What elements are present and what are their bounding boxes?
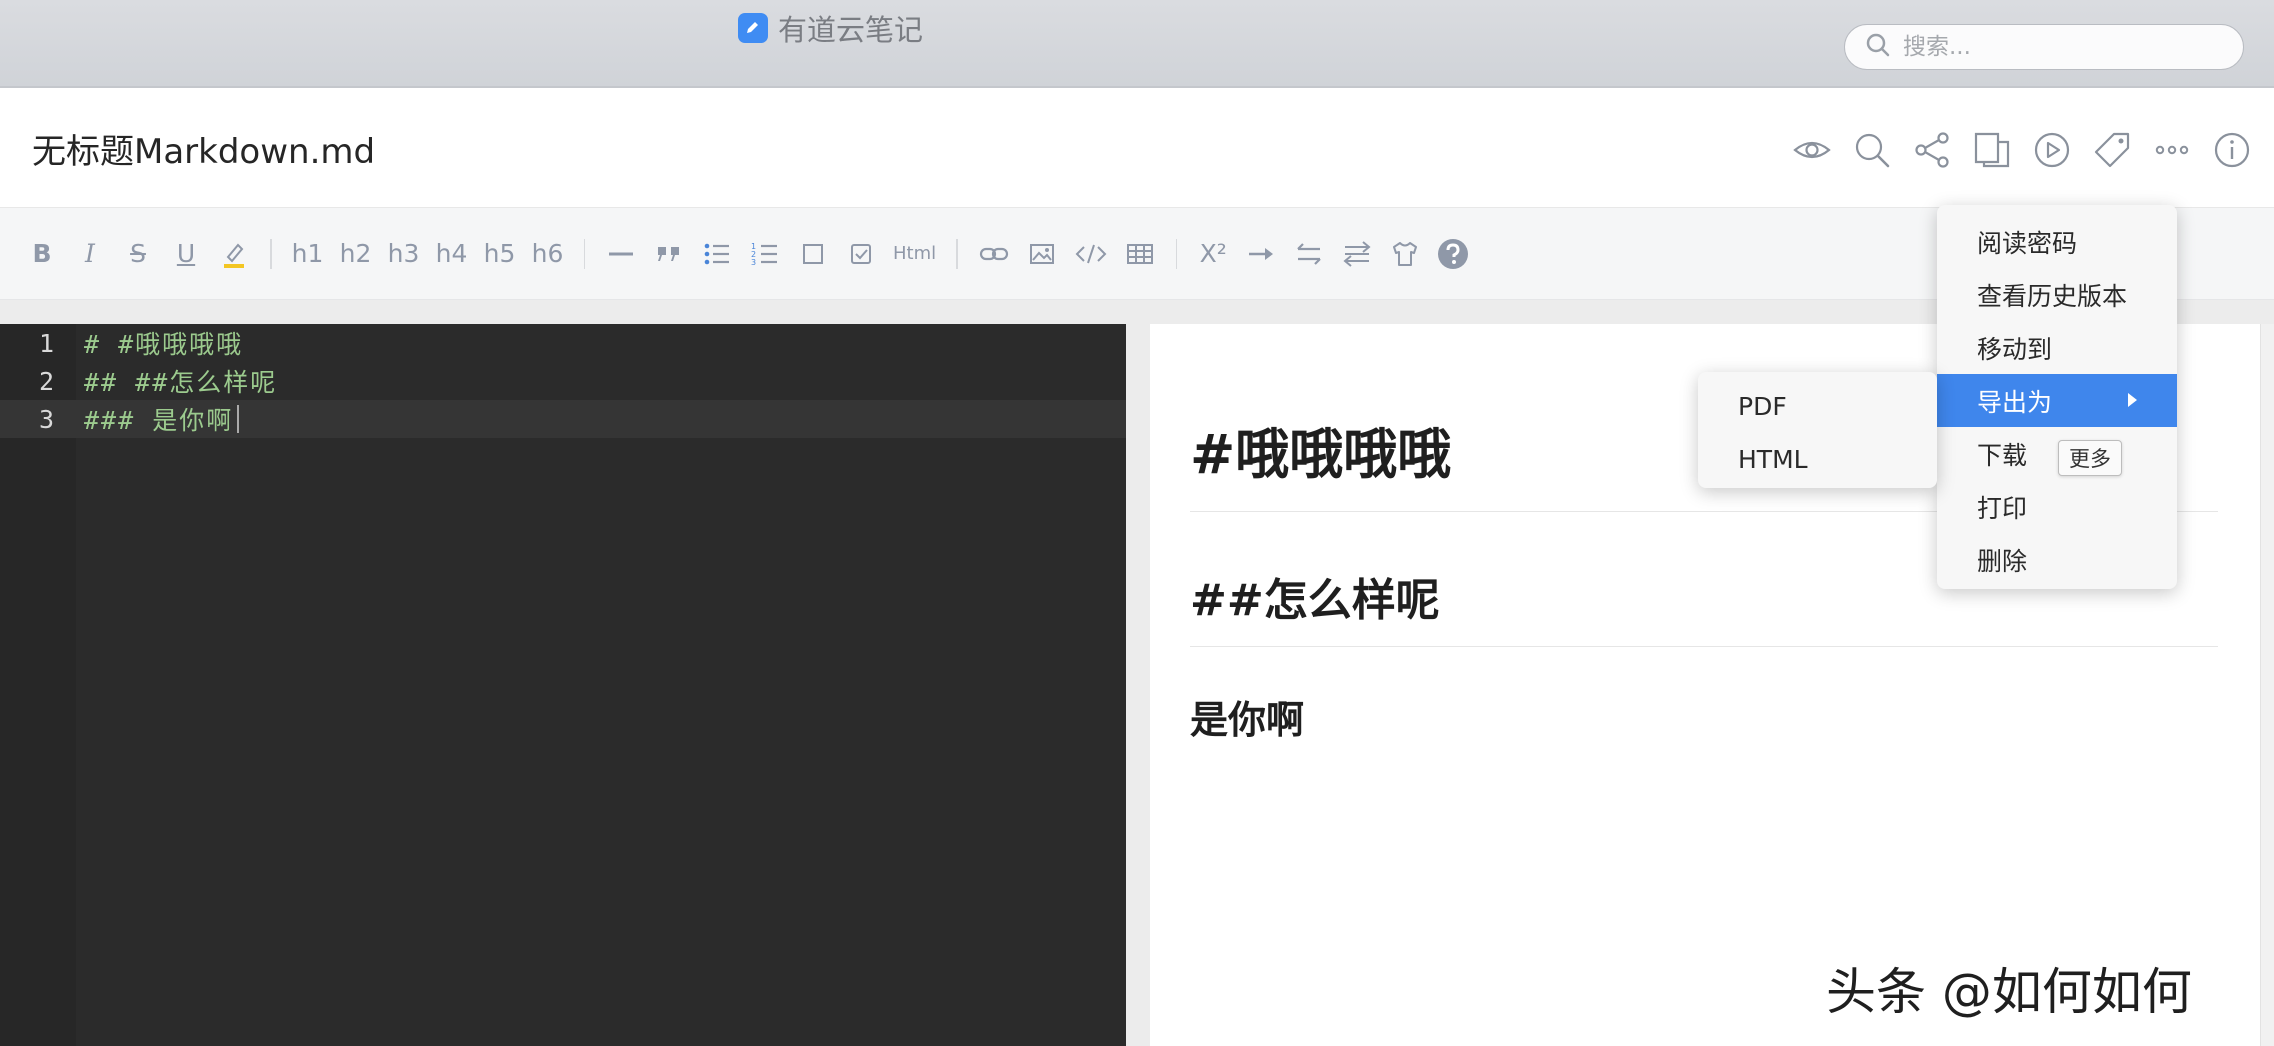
align-arrows-icon bbox=[1343, 240, 1371, 267]
link-icon bbox=[979, 247, 1008, 260]
code-line[interactable]: 1 # #哦哦哦哦 bbox=[0, 324, 1126, 362]
app-logo-icon bbox=[738, 13, 768, 43]
format-toolbar: B I S U h1 h2 h3 h4 h5 h6 123 Html X² bbox=[0, 208, 2274, 300]
superscript-button[interactable]: X² bbox=[1193, 232, 1233, 276]
menu-item-export-label: 导出为 bbox=[1977, 387, 2053, 417]
code-line-text: ## ##怎么样呢 bbox=[84, 368, 278, 397]
menu-item-print[interactable]: 打印 bbox=[1937, 480, 2177, 533]
preview-scrollbar[interactable] bbox=[2260, 324, 2274, 1046]
bullet-list-icon bbox=[704, 243, 729, 264]
document-title[interactable]: 无标题Markdown.md bbox=[32, 124, 375, 173]
code-line-active[interactable]: 3 ### 是你啊 bbox=[0, 400, 1126, 438]
share-icon[interactable] bbox=[1910, 128, 1954, 172]
checkbox-button[interactable] bbox=[793, 232, 833, 276]
toolbar-separator bbox=[1175, 238, 1178, 269]
document-header: 无标题Markdown.md bbox=[0, 90, 2274, 208]
submenu-item-html[interactable]: HTML bbox=[1698, 433, 1937, 486]
copy-layout-icon[interactable] bbox=[1970, 128, 2014, 172]
preview-heading-3: 是你啊 bbox=[1190, 698, 1305, 742]
toolbar-separator bbox=[956, 238, 958, 269]
horizontal-rule-button[interactable] bbox=[601, 232, 641, 276]
horizontal-rule-icon bbox=[609, 252, 633, 255]
swap-arrows-button[interactable] bbox=[1289, 232, 1329, 276]
highlight-button[interactable] bbox=[214, 232, 254, 276]
checkbox-empty-icon bbox=[803, 243, 823, 264]
underline-button[interactable]: U bbox=[166, 232, 206, 276]
code-line-text: ### 是你啊 bbox=[84, 406, 234, 435]
highlighter-icon bbox=[224, 243, 244, 268]
more-menu: 阅读密码 查看历史版本 移动到 导出为 下载 打印 删除 bbox=[1937, 205, 2177, 589]
split-divider[interactable] bbox=[1126, 300, 1150, 1046]
watermark: 头条 @如何如何 bbox=[1826, 963, 2192, 1021]
table-button[interactable] bbox=[1120, 232, 1160, 276]
menu-item-move-to[interactable]: 移动到 bbox=[1937, 321, 2177, 374]
h1-button[interactable]: h1 bbox=[288, 232, 328, 276]
link-button[interactable] bbox=[974, 232, 1014, 276]
play-icon[interactable] bbox=[2030, 128, 2074, 172]
window-titlebar: 有道云笔记 bbox=[0, 0, 2274, 88]
search-icon[interactable] bbox=[1850, 128, 1894, 172]
code-line[interactable]: 2 ## ##怎么样呢 bbox=[0, 362, 1126, 400]
line-number: 1 bbox=[38, 328, 54, 358]
search-icon bbox=[1865, 32, 1891, 62]
theme-shirt-button[interactable] bbox=[1385, 232, 1425, 276]
search-input[interactable] bbox=[1903, 34, 2223, 60]
h2-button[interactable]: h2 bbox=[336, 232, 376, 276]
app-title-text: 有道云笔记 bbox=[778, 13, 924, 47]
submenu-item-pdf[interactable]: PDF bbox=[1698, 380, 1937, 433]
search-box[interactable] bbox=[1844, 24, 2244, 70]
code-line-text: # #哦哦哦哦 bbox=[84, 330, 244, 359]
shirt-icon bbox=[1393, 241, 1418, 266]
help-button[interactable] bbox=[1433, 232, 1473, 276]
help-icon bbox=[1438, 238, 1469, 269]
menu-item-read-password[interactable]: 阅读密码 bbox=[1937, 215, 2177, 268]
markdown-editor[interactable]: 1 # #哦哦哦哦 2 ## ##怎么样呢 3 ### 是你啊 bbox=[0, 324, 1126, 1046]
menu-item-download[interactable]: 下载 bbox=[1937, 427, 2177, 480]
arrow-right-icon bbox=[1249, 247, 1274, 260]
code-icon bbox=[1075, 244, 1107, 263]
toolbar-separator bbox=[270, 238, 272, 269]
h6-button[interactable]: h6 bbox=[528, 232, 568, 276]
header-actions bbox=[1790, 128, 2254, 172]
h3-button[interactable]: h3 bbox=[384, 232, 424, 276]
image-icon bbox=[1029, 243, 1054, 264]
app-title: 有道云笔记 bbox=[738, 10, 924, 47]
checklist-button[interactable] bbox=[841, 232, 881, 276]
ordered-list-button[interactable]: 123 bbox=[745, 232, 785, 276]
quote-button[interactable] bbox=[649, 232, 689, 276]
text-caret bbox=[237, 405, 240, 433]
menu-item-history[interactable]: 查看历史版本 bbox=[1937, 268, 2177, 321]
ordered-list-icon: 123 bbox=[751, 242, 777, 267]
arrow-right-button[interactable] bbox=[1241, 232, 1281, 276]
eye-icon[interactable] bbox=[1790, 128, 1834, 172]
h4-button[interactable]: h4 bbox=[432, 232, 472, 276]
quote-icon bbox=[658, 246, 679, 261]
swap-arrows-icon bbox=[1297, 242, 1321, 265]
info-icon[interactable] bbox=[2210, 128, 2254, 172]
bold-button[interactable]: B bbox=[22, 232, 62, 276]
bullet-list-button[interactable] bbox=[697, 232, 737, 276]
svg-text:3: 3 bbox=[751, 258, 756, 267]
code-button[interactable] bbox=[1070, 232, 1112, 276]
h5-button[interactable]: h5 bbox=[480, 232, 520, 276]
more-icon[interactable] bbox=[2150, 128, 2194, 172]
more-tooltip: 更多 bbox=[2058, 440, 2122, 476]
submenu-arrow-icon bbox=[2128, 393, 2137, 407]
image-button[interactable] bbox=[1022, 232, 1062, 276]
tag-icon[interactable] bbox=[2090, 128, 2134, 172]
table-icon bbox=[1126, 243, 1153, 264]
line-number: 2 bbox=[38, 366, 54, 396]
html-button[interactable]: Html bbox=[889, 232, 940, 276]
italic-button[interactable]: I bbox=[70, 232, 110, 276]
menu-item-export[interactable]: 导出为 bbox=[1937, 374, 2177, 427]
line-number: 3 bbox=[38, 404, 54, 434]
checkbox-checked-icon bbox=[851, 243, 871, 264]
menu-item-delete[interactable]: 删除 bbox=[1937, 533, 2177, 586]
strikethrough-button[interactable]: S bbox=[118, 232, 158, 276]
toolbar-separator bbox=[583, 238, 585, 269]
export-submenu: PDF HTML bbox=[1698, 372, 1937, 488]
align-arrows-button[interactable] bbox=[1337, 232, 1377, 276]
